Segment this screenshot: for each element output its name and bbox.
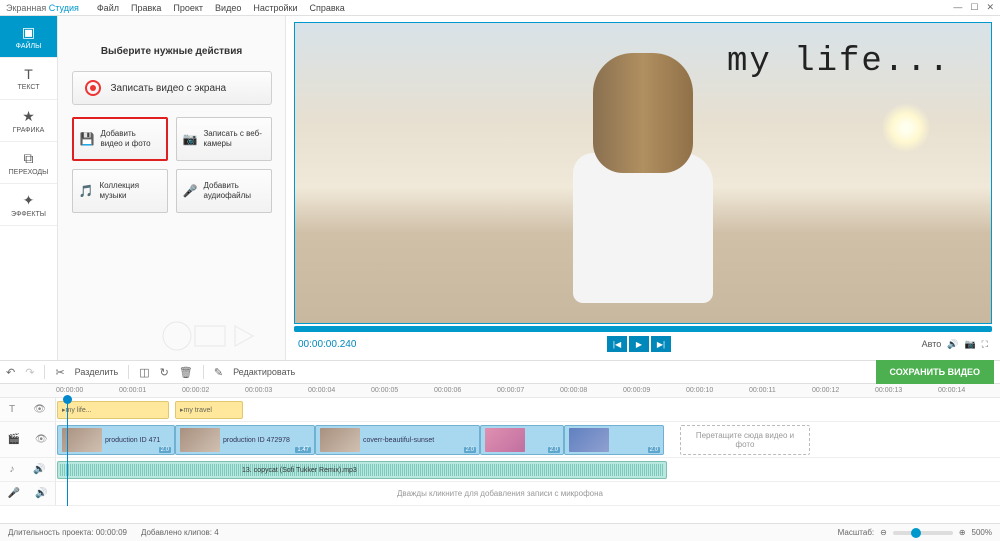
crop-icon[interactable]: ◫: [139, 366, 149, 379]
clips-count: Добавлено клипов: 4: [141, 528, 219, 537]
actions-panel: Выберите нужные действия Записать видео …: [58, 16, 286, 360]
menu-settings[interactable]: Настройки: [253, 3, 297, 13]
visibility-icon[interactable]: 👁: [33, 404, 46, 415]
save-video-button[interactable]: СОХРАНИТЬ ВИДЕО: [876, 360, 994, 384]
menu-file[interactable]: Файл: [97, 3, 119, 13]
wand-icon: ✦: [23, 192, 35, 209]
preview-caption: my life...: [727, 43, 951, 81]
audio-clip[interactable]: 13. copycat (Sofi Tukker Remix).mp3: [57, 461, 667, 479]
close-button[interactable]: ✕: [986, 2, 994, 13]
video-clip[interactable]: production ID 4712.0: [57, 425, 175, 455]
undo-icon[interactable]: ↶: [6, 366, 15, 379]
text-track-icon: T: [9, 404, 15, 415]
rotate-icon[interactable]: ↻: [160, 366, 169, 379]
camera-icon: 📷: [183, 131, 198, 147]
mute-icon[interactable]: 🔊: [33, 464, 45, 475]
zoom-value: 500%: [972, 528, 992, 537]
video-track-icon: 🎬: [7, 434, 19, 445]
zoom-label: Масштаб:: [838, 528, 874, 537]
add-media-button[interactable]: 💾Добавить видео и фото: [72, 117, 168, 161]
fullscreen-icon[interactable]: ⛶: [982, 339, 988, 350]
minimize-button[interactable]: —: [953, 2, 962, 13]
zoom-out-button[interactable]: ⊖: [880, 528, 887, 537]
sidebar-tab-files[interactable]: ▣ФАЙЛЫ: [0, 16, 57, 58]
cut-icon[interactable]: ✂: [55, 366, 64, 379]
mute-icon[interactable]: 🔊: [35, 488, 47, 499]
record-icon: [85, 80, 101, 96]
delete-icon[interactable]: 🗑: [179, 366, 193, 379]
record-webcam-button[interactable]: 📷Записать с веб-камеры: [176, 117, 272, 161]
auto-label[interactable]: Авто: [922, 339, 942, 349]
statusbar: Длительность проекта: 00:00:09 Добавлено…: [0, 523, 1000, 541]
titlebar: Экранная Студия Файл Правка Проект Видео…: [0, 0, 1000, 16]
audio-track[interactable]: ♪ 🔊 13. copycat (Sofi Tukker Remix).mp3: [0, 458, 1000, 482]
main-menu: Файл Правка Проект Видео Настройки Справ…: [97, 3, 345, 13]
snapshot-icon[interactable]: 📷: [964, 339, 975, 350]
menu-help[interactable]: Справка: [309, 3, 344, 13]
image-icon: ▣: [22, 24, 35, 41]
menu-video[interactable]: Видео: [215, 3, 241, 13]
preview-area: my life... 00:00:00.240 |◀ ▶ ▶| Авто 🔊 📷…: [286, 16, 1000, 360]
current-time: 00:00:00.240: [298, 339, 356, 350]
sidebar: ▣ФАЙЛЫ TТЕКСТ ★ГРАФИКА ⧉ПЕРЕХОДЫ ✦ЭФФЕКТ…: [0, 16, 58, 360]
music-collection-button[interactable]: 🎵Коллекция музыки: [72, 169, 168, 213]
zoom-in-button[interactable]: ⊕: [959, 528, 966, 537]
record-screen-button[interactable]: Записать видео с экрана: [72, 71, 272, 105]
text-track[interactable]: T 👁 ▸ my life... ▸ my travel: [0, 398, 1000, 422]
mic-track[interactable]: 🎤 🔊 Дважды кликните для добавления записи…: [0, 482, 1000, 506]
add-audio-button[interactable]: 🎤Добавить аудиофайлы: [176, 169, 272, 213]
visibility-icon[interactable]: 👁: [35, 434, 48, 445]
sidebar-tab-graphics[interactable]: ★ГРАФИКА: [0, 100, 57, 142]
sidebar-tab-effects[interactable]: ✦ЭФФЕКТЫ: [0, 184, 57, 226]
edit-icon: ✎: [214, 366, 223, 379]
text-icon: T: [24, 66, 33, 82]
timeline-ruler[interactable]: 00:00:0000:00:0100:00:0200:00:0300:00:04…: [0, 384, 1000, 398]
prev-frame-button[interactable]: |◀: [607, 336, 627, 352]
transition-icon: ⧉: [24, 150, 34, 167]
preview-canvas[interactable]: my life...: [294, 22, 992, 324]
preview-scrollbar[interactable]: [294, 326, 992, 332]
zoom-slider[interactable]: [893, 531, 953, 535]
menu-edit[interactable]: Правка: [131, 3, 161, 13]
mic-icon: 🎤: [183, 183, 198, 199]
video-clip[interactable]: 2.0: [480, 425, 564, 455]
panel-heading: Выберите нужные действия: [101, 46, 242, 57]
video-clip[interactable]: production ID 4729781.47: [175, 425, 315, 455]
text-clip[interactable]: ▸ my travel: [175, 401, 243, 419]
menu-project[interactable]: Проект: [173, 3, 203, 13]
volume-icon[interactable]: 🔊: [947, 339, 958, 350]
timeline-toolbar: ↶ ↷ ✂ Разделить ◫ ↻ 🗑 ✎ Редактировать СО…: [0, 360, 1000, 384]
duration-label: Длительность проекта: 00:00:09: [8, 528, 127, 537]
panel-decoration: [157, 316, 277, 356]
text-clip[interactable]: ▸ my life...: [57, 401, 169, 419]
app-title: Экранная Студия: [6, 3, 79, 13]
mic-track-icon: 🎤: [8, 488, 20, 499]
video-clip[interactable]: coverr-beautiful-sunset2.0: [315, 425, 480, 455]
timeline: T 👁 ▸ my life... ▸ my travel 🎬 👁 productio…: [0, 398, 1000, 506]
playhead[interactable]: [67, 398, 68, 506]
split-button[interactable]: Разделить: [75, 367, 119, 377]
sidebar-tab-transitions[interactable]: ⧉ПЕРЕХОДЫ: [0, 142, 57, 184]
mic-hint: Дважды кликните для добавления записи с …: [397, 489, 603, 498]
music-icon: 🎵: [79, 183, 94, 199]
edit-button[interactable]: Редактировать: [233, 367, 295, 377]
save-icon: 💾: [80, 131, 95, 147]
sidebar-tab-text[interactable]: TТЕКСТ: [0, 58, 57, 100]
video-track[interactable]: 🎬 👁 production ID 4712.0 production ID 47…: [0, 422, 1000, 458]
next-frame-button[interactable]: ▶|: [651, 336, 671, 352]
audio-track-icon: ♪: [9, 464, 14, 475]
star-icon: ★: [22, 108, 35, 125]
maximize-button[interactable]: ☐: [970, 2, 978, 13]
video-clip[interactable]: 2.0: [564, 425, 664, 455]
play-button[interactable]: ▶: [629, 336, 649, 352]
video-dropzone[interactable]: Перетащите сюда видео и фото: [680, 425, 810, 455]
redo-icon[interactable]: ↷: [25, 366, 34, 379]
